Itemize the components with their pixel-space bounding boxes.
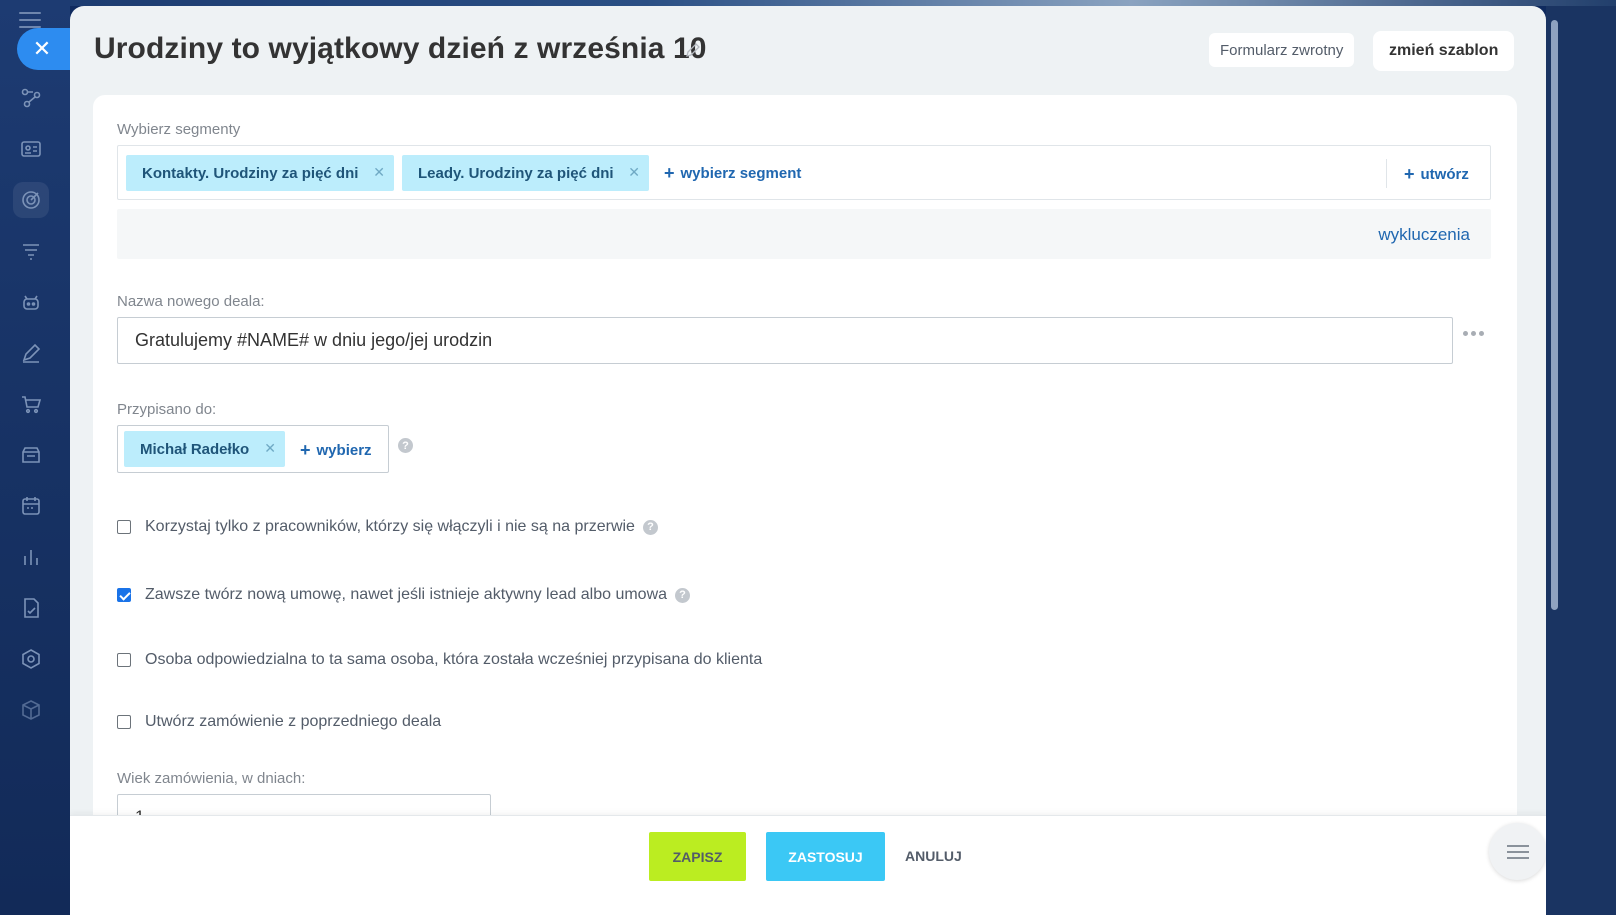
plus-icon: +	[664, 163, 675, 183]
save-button[interactable]: ZAPISZ	[649, 832, 746, 881]
option-label: Osoba odpowiedzialna to ta sama osoba, k…	[145, 651, 763, 668]
option-row[interactable]: Osoba odpowiedzialna to ta sama osoba, k…	[117, 651, 762, 669]
remove-chip-icon[interactable]: ✕	[373, 164, 385, 181]
document-sign-icon[interactable]	[13, 590, 49, 626]
bar-chart-icon[interactable]	[13, 539, 49, 575]
robot-icon[interactable]	[13, 284, 49, 320]
settings-card: Wybierz segmenty Kontakty. Urodziny za p…	[93, 95, 1517, 855]
help-icon[interactable]: ?	[675, 587, 691, 603]
checkbox[interactable]	[117, 653, 131, 667]
left-sidebar: ✕	[0, 0, 71, 915]
deal-name-input[interactable]: Gratulujemy #NAME# w dniu jego/jej urodz…	[117, 317, 1453, 364]
apply-button[interactable]: ZASTOSUJ	[766, 832, 885, 881]
order-age-label: Wiek zamówienia, w dniach:	[117, 770, 306, 787]
segment-chip-label: Kontakty. Urodziny za pięć dni	[142, 164, 359, 182]
option-label: Zawsze twórz nową umowę, nawet jeśli ist…	[145, 586, 668, 603]
change-template-button[interactable]: zmień szablon	[1373, 31, 1515, 71]
option-row[interactable]: Zawsze twórz nową umowę, nawet jeśli ist…	[117, 586, 691, 604]
cube-icon[interactable]	[13, 692, 49, 728]
target-icon[interactable]	[13, 182, 49, 218]
option-row[interactable]: Korzystaj tylko z pracowników, którzy si…	[117, 518, 658, 536]
create-segment-link[interactable]: + utwórz	[1404, 164, 1469, 185]
cart-icon[interactable]	[13, 386, 49, 422]
segments-label: Wybierz segmenty	[117, 121, 241, 138]
option-row[interactable]: Utwórz zamówienie z poprzedniego deala	[117, 713, 441, 731]
assignee-name: Michał Radełko	[140, 440, 250, 458]
calendar-icon[interactable]	[13, 488, 49, 524]
flow-icon[interactable]	[13, 80, 49, 116]
divider	[1386, 159, 1387, 188]
help-icon[interactable]: ?	[398, 438, 413, 453]
menu-list-icon[interactable]	[1489, 823, 1546, 880]
exclusions-area: wykluczenia	[117, 209, 1491, 259]
remove-chip-icon[interactable]: ✕	[628, 164, 640, 181]
page-title: Urodziny to wyjątkowy dzień z września 1…	[94, 32, 707, 65]
slider-panel: Urodziny to wyjątkowy dzień z września 1…	[70, 6, 1546, 915]
assignee-chip[interactable]: Michał Radełko ✕	[124, 431, 285, 467]
pen-icon[interactable]	[13, 335, 49, 371]
feedback-form-button[interactable]: Formularz zwrotny	[1209, 33, 1355, 67]
segment-chip-label: Leady. Urodziny za pięć dni	[418, 164, 614, 182]
assigned-selector[interactable]: Michał Radełko ✕ + wybierz	[117, 425, 389, 473]
edit-title-icon[interactable]	[685, 42, 701, 58]
create-segment-label: utwórz	[1420, 166, 1469, 183]
select-assignee-label: wybierz	[316, 442, 372, 459]
checkbox-checked[interactable]	[117, 588, 131, 602]
contact-card-icon[interactable]	[13, 131, 49, 167]
option-label: Korzystaj tylko z pracowników, którzy si…	[145, 518, 635, 535]
plus-icon: +	[300, 440, 311, 460]
hexagon-icon[interactable]	[13, 641, 49, 677]
checkbox[interactable]	[117, 520, 131, 534]
assigned-label: Przypisano do:	[117, 401, 217, 418]
segment-chip[interactable]: Leady. Urodziny za pięć dni ✕	[402, 155, 649, 191]
segments-selector[interactable]: Kontakty. Urodziny za pięć dni ✕ Leady. …	[117, 145, 1491, 200]
select-segment-label: wybierz segment	[680, 165, 802, 182]
funnel-icon[interactable]	[13, 233, 49, 269]
select-assignee-link[interactable]: + wybierz	[300, 440, 372, 461]
plus-icon: +	[1404, 164, 1415, 184]
help-icon[interactable]: ?	[642, 519, 658, 535]
segment-chip[interactable]: Kontakty. Urodziny za pięć dni ✕	[126, 155, 394, 191]
option-label: Utwórz zamówienie z poprzedniego deala	[145, 713, 442, 730]
menu-icon[interactable]	[19, 12, 41, 28]
remove-chip-icon[interactable]: ✕	[264, 440, 276, 457]
close-slider-button[interactable]: ✕	[17, 28, 71, 70]
deal-name-label: Nazwa nowego deala:	[117, 293, 265, 310]
cancel-button[interactable]: ANULUJ	[905, 848, 962, 864]
store-icon[interactable]	[13, 437, 49, 473]
more-options-icon[interactable]	[1463, 331, 1484, 336]
select-segment-link[interactable]: + wybierz segment	[664, 163, 801, 184]
exclusions-link[interactable]: wykluczenia	[1378, 225, 1470, 245]
footer-bar: ZAPISZ ZASTOSUJ ANULUJ	[70, 815, 1546, 915]
scrollbar-thumb[interactable]	[1551, 20, 1558, 610]
checkbox[interactable]	[117, 715, 131, 729]
